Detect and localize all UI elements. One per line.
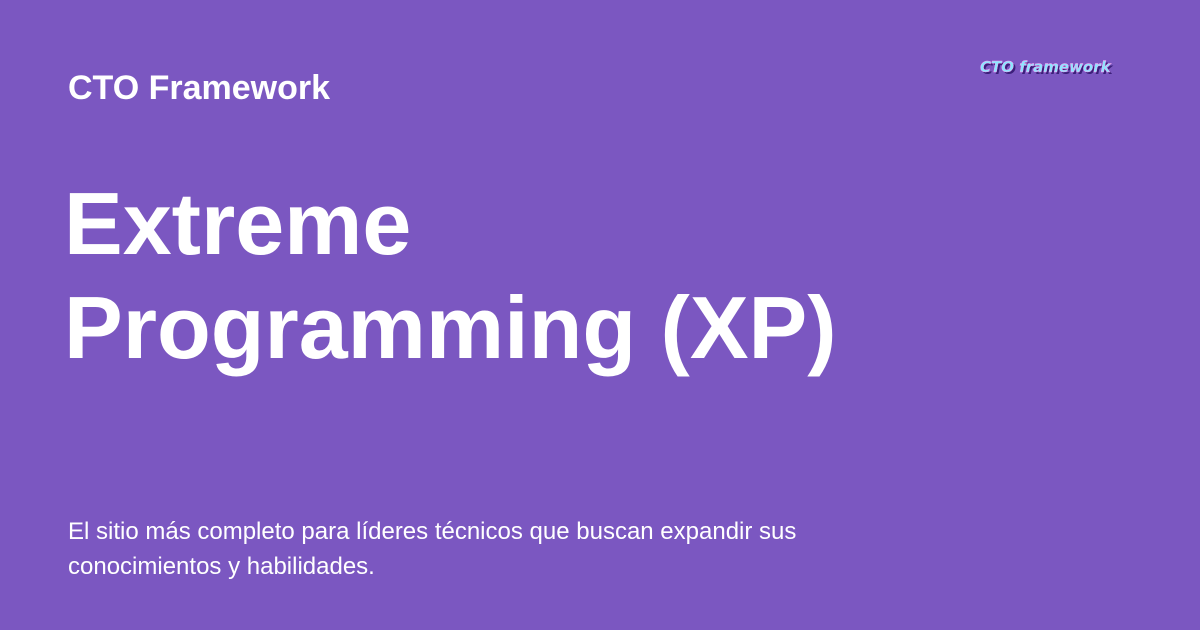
- cto-framework-logo: CTO framework CTO framework: [980, 58, 1114, 78]
- page-title: Extreme Programming (XP): [64, 172, 1124, 380]
- svg-text:CTO framework: CTO framework: [980, 58, 1112, 76]
- site-description: El sitio más completo para líderes técni…: [68, 518, 797, 580]
- title-line-1: Extreme: [64, 174, 412, 273]
- social-card: CTO Framework CTO framework CTO framewor…: [0, 0, 1200, 630]
- title-line-2: Programming (XP): [64, 278, 837, 377]
- site-name: CTO Framework: [68, 69, 331, 107]
